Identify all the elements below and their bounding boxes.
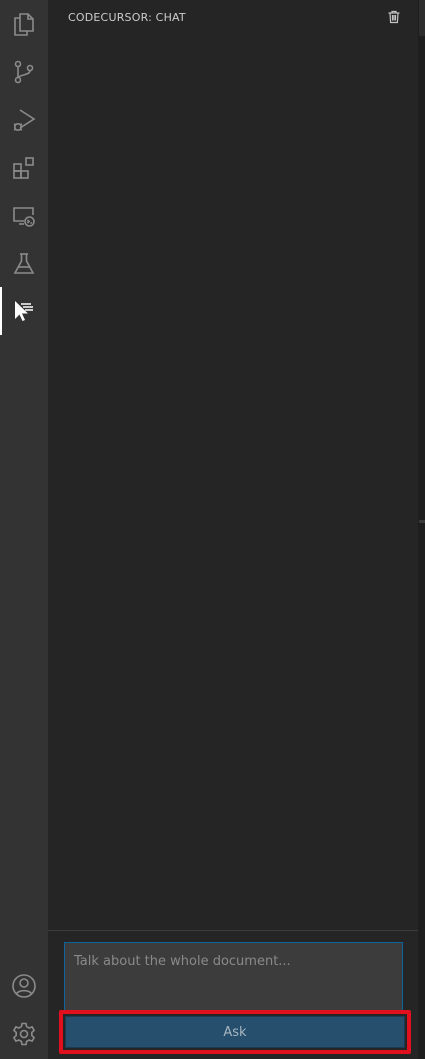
chat-input[interactable]	[64, 942, 403, 1014]
clear-chat-button[interactable]	[384, 8, 404, 28]
trash-icon	[387, 9, 401, 28]
panel-divider	[48, 930, 418, 931]
run-debug-icon	[11, 107, 37, 133]
files-icon	[11, 11, 37, 37]
beaker-icon	[11, 251, 37, 277]
activity-testing[interactable]	[0, 240, 48, 288]
vscode-window: CODECURSOR: CHAT Ask	[0, 0, 425, 1059]
activity-bar	[0, 0, 48, 1059]
account-icon	[11, 973, 37, 999]
extensions-icon	[11, 155, 37, 181]
ask-button[interactable]: Ask	[65, 1016, 405, 1048]
panel-title: CODECURSOR: CHAT	[68, 11, 186, 24]
activity-codecursor[interactable]	[0, 287, 48, 335]
gear-icon	[11, 1021, 37, 1047]
codecursor-icon	[11, 298, 37, 324]
editor-edge	[418, 0, 425, 1059]
chat-panel: CODECURSOR: CHAT	[48, 0, 418, 1059]
ask-button-label: Ask	[223, 1024, 247, 1040]
activity-extensions[interactable]	[0, 144, 48, 192]
activity-explorer[interactable]	[0, 0, 48, 48]
activity-run-debug[interactable]	[0, 96, 48, 144]
activity-source-control[interactable]	[0, 48, 48, 96]
source-control-icon	[11, 59, 37, 85]
remote-explorer-icon	[11, 203, 37, 229]
activity-accounts[interactable]	[0, 962, 48, 1010]
activity-manage[interactable]	[0, 1010, 48, 1058]
activity-remote-explorer[interactable]	[0, 192, 48, 240]
